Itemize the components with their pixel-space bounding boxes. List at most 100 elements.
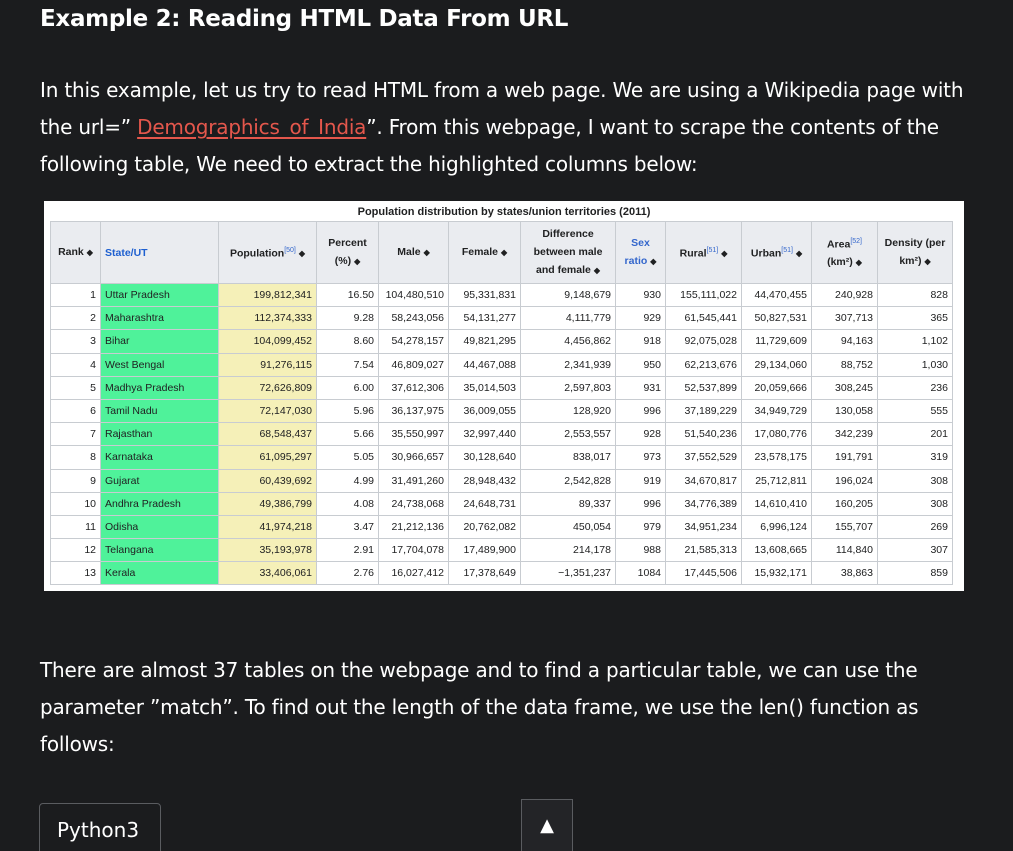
cell-urban: 6,996,124	[741, 514, 812, 540]
cell-state[interactable]: Madhya Pradesh	[100, 375, 219, 400]
cell-state[interactable]: Bihar	[100, 329, 219, 354]
cell-female: 54,131,277	[448, 306, 521, 331]
cell-urban: 23,578,175	[741, 445, 812, 470]
cell-rural: 61,545,441	[665, 306, 742, 331]
cell-state[interactable]: Telangana	[100, 538, 219, 563]
cell-female: 32,997,440	[448, 422, 521, 447]
cell-population: 68,548,437	[218, 422, 317, 447]
cell-urban: 25,712,811	[741, 468, 812, 493]
cell-difference: −1,351,237	[520, 561, 616, 586]
table-row: 9 Gujarat 60,439,692 4.99 31,491,260 28,948,4…	[50, 468, 953, 493]
cell-rank: 10	[50, 491, 101, 516]
cell-rural: 34,670,817	[665, 468, 742, 493]
cell-sex-ratio: 950	[615, 352, 666, 377]
cell-population: 112,374,333	[218, 306, 317, 331]
cell-rank: 13	[50, 561, 101, 586]
header-urban[interactable]: Urban[51] ◆	[741, 221, 812, 284]
cell-rank: 4	[50, 352, 101, 377]
header-population[interactable]: Population[50] ◆	[218, 221, 317, 284]
cell-difference: 2,597,803	[520, 375, 616, 400]
table-row: 8 Karnataka 61,095,297 5.05 30,966,657 30,128…	[50, 445, 953, 470]
cell-female: 24,648,731	[448, 491, 521, 516]
table-row: 12 Telangana 35,193,978 2.91 17,704,078 17,48…	[50, 538, 953, 563]
cell-rural: 155,111,022	[665, 282, 742, 308]
cell-population: 104,099,452	[218, 329, 317, 354]
scroll-to-top-button[interactable]: ▲	[521, 799, 573, 851]
cell-male: 36,137,975	[378, 398, 449, 424]
cell-percent: 5.05	[316, 445, 379, 470]
cell-urban: 15,932,171	[741, 561, 812, 586]
cell-female: 20,762,082	[448, 514, 521, 540]
cell-density: 319	[877, 445, 953, 470]
cell-male: 104,480,510	[378, 282, 449, 308]
table-caption: Population distribution by states/union …	[357, 206, 651, 218]
cell-percent: 2.91	[316, 538, 379, 563]
cell-male: 46,809,027	[378, 352, 449, 377]
code-language-tab[interactable]: Python3	[39, 803, 161, 851]
cell-rank: 5	[50, 375, 101, 400]
cell-difference: 2,341,939	[520, 352, 616, 377]
cell-state[interactable]: Uttar Pradesh	[100, 282, 219, 308]
cell-density: 269	[877, 514, 953, 540]
cell-percent: 4.08	[316, 491, 379, 516]
cell-rural: 52,537,899	[665, 375, 742, 400]
header-female[interactable]: Female ◆	[448, 221, 521, 284]
cell-state[interactable]: Rajasthan	[100, 422, 219, 447]
cell-urban: 34,949,729	[741, 398, 812, 424]
cell-population: 60,439,692	[218, 468, 317, 493]
demographics-link[interactable]: Demographics_of_India	[137, 115, 366, 139]
cell-male: 37,612,306	[378, 375, 449, 400]
cell-difference: 4,111,779	[520, 306, 616, 331]
cell-population: 49,386,799	[218, 491, 317, 516]
cell-rural: 62,213,676	[665, 352, 742, 377]
cell-density: 308	[877, 491, 953, 516]
cell-state[interactable]: Karnataka	[100, 445, 219, 470]
cell-percent: 3.47	[316, 514, 379, 540]
cell-rank: 1	[50, 282, 101, 308]
cell-urban: 17,080,776	[741, 422, 812, 447]
header-density[interactable]: Density (per km²) ◆	[877, 221, 953, 284]
cell-rural: 17,445,506	[665, 561, 742, 586]
cell-difference: 4,456,862	[520, 329, 616, 354]
cell-sex-ratio: 979	[615, 514, 666, 540]
cell-rank: 6	[50, 398, 101, 424]
cell-state[interactable]: Odisha	[100, 514, 219, 540]
header-percent[interactable]: Percent (%) ◆	[316, 221, 379, 284]
cell-percent: 5.66	[316, 422, 379, 447]
cell-difference: 9,148,679	[520, 282, 616, 308]
cell-sex-ratio: 928	[615, 422, 666, 447]
header-sex-ratio[interactable]: Sex ratio ◆	[615, 221, 666, 284]
cell-state[interactable]: Maharashtra	[100, 306, 219, 331]
cell-female: 95,331,831	[448, 282, 521, 308]
cell-sex-ratio: 929	[615, 306, 666, 331]
cell-state[interactable]: Tamil Nadu	[100, 398, 219, 424]
cell-state[interactable]: West Bengal	[100, 352, 219, 377]
cell-urban: 44,470,455	[741, 282, 812, 308]
cell-percent: 6.00	[316, 375, 379, 400]
cell-rural: 34,776,389	[665, 491, 742, 516]
cell-density: 1,030	[877, 352, 953, 377]
cell-area: 308,245	[811, 375, 878, 400]
cell-area: 114,840	[811, 538, 878, 563]
header-male[interactable]: Male ◆	[378, 221, 449, 284]
table-row: 5 Madhya Pradesh 72,626,809 6.00 37,612,306 3…	[50, 375, 953, 400]
header-rural[interactable]: Rural[51] ◆	[665, 221, 742, 284]
cell-state[interactable]: Kerala	[100, 561, 219, 586]
header-area[interactable]: Area[52] (km²) ◆	[811, 221, 878, 284]
cell-rank: 8	[50, 445, 101, 470]
cell-state[interactable]: Gujarat	[100, 468, 219, 493]
header-rank[interactable]: Rank ◆	[50, 221, 101, 284]
header-state[interactable]: State/UT	[100, 221, 219, 284]
table-row: 6 Tamil Nadu 72,147,030 5.96 36,137,975 36,00…	[50, 398, 953, 424]
cell-state[interactable]: Andhra Pradesh	[100, 491, 219, 516]
cell-percent: 5.96	[316, 398, 379, 424]
cell-female: 30,128,640	[448, 445, 521, 470]
table-row: 7 Rajasthan 68,548,437 5.66 35,550,997 32,997…	[50, 422, 953, 447]
cell-density: 308	[877, 468, 953, 493]
cell-area: 94,163	[811, 329, 878, 354]
cell-area: 191,791	[811, 445, 878, 470]
header-difference[interactable]: Difference between male and female ◆	[520, 221, 616, 284]
cell-rural: 37,189,229	[665, 398, 742, 424]
cell-density: 1,102	[877, 329, 953, 354]
cell-percent: 7.54	[316, 352, 379, 377]
